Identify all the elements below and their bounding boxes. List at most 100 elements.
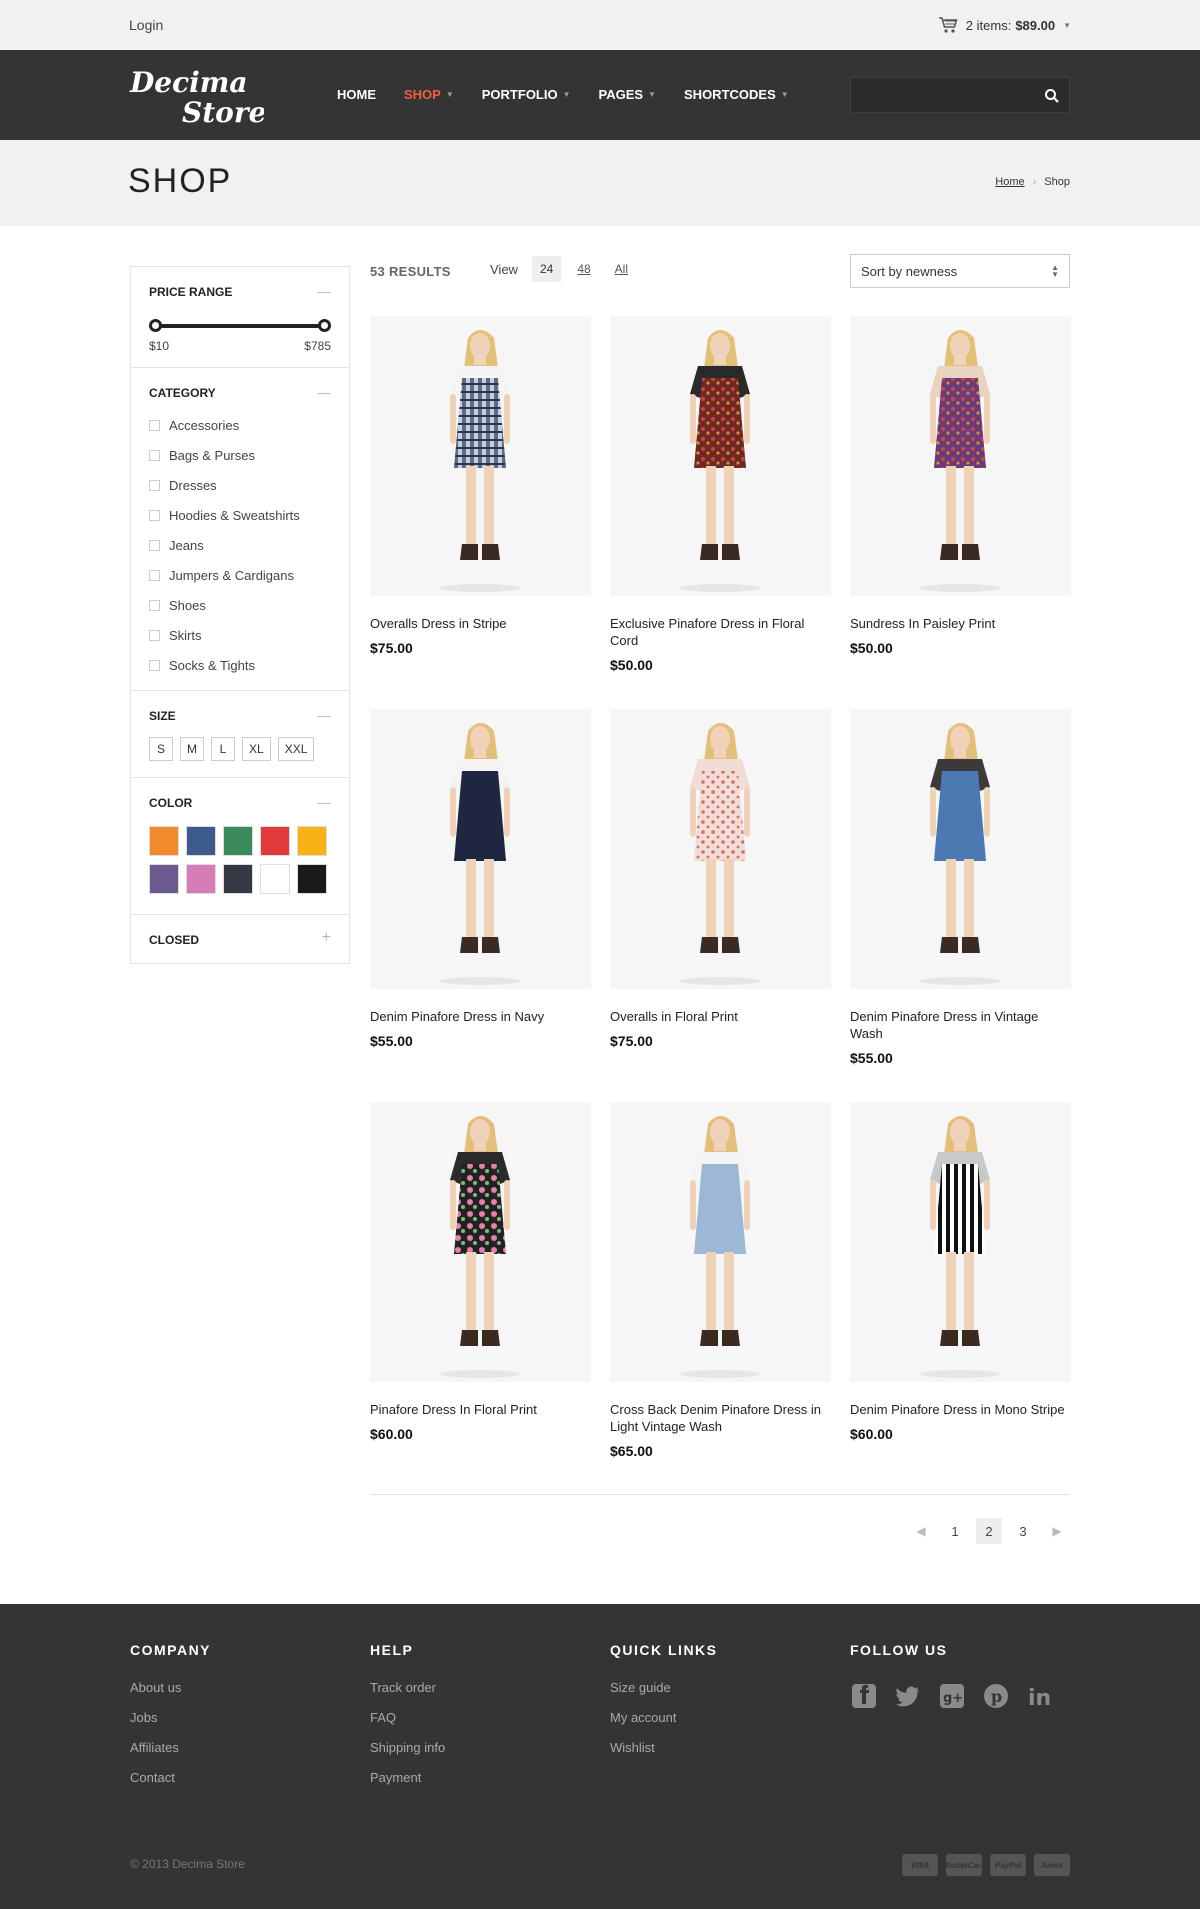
size-option[interactable]: M (180, 737, 204, 761)
product-image[interactable] (370, 1102, 591, 1382)
product-name[interactable]: Pinafore Dress In Floral Print (370, 1401, 591, 1418)
color-swatch[interactable] (149, 826, 179, 856)
nav-item-pages[interactable]: PAGES ▼ (599, 87, 656, 102)
category-checkbox[interactable] (149, 449, 160, 461)
category-item[interactable]: Dresses (149, 470, 331, 500)
footer-link[interactable]: Track order (370, 1680, 445, 1710)
footer-link[interactable]: Jobs (130, 1710, 211, 1740)
product-card[interactable]: Overalls in Floral Print $75.00 (610, 709, 831, 1049)
product-image[interactable] (850, 316, 1071, 596)
product-image[interactable] (610, 316, 831, 596)
product-name[interactable]: Denim Pinafore Dress in Navy (370, 1008, 591, 1025)
collapse-icon[interactable]: — (317, 707, 331, 723)
product-card[interactable]: Sundress In Paisley Print $50.00 (850, 316, 1071, 656)
category-item[interactable]: Bags & Purses (149, 440, 331, 470)
product-card[interactable]: Cross Back Denim Pinafore Dress in Light… (610, 1102, 831, 1459)
nav-item-shortcodes[interactable]: SHORTCODES ▼ (684, 87, 789, 102)
cart-summary[interactable]: 2 items: $89.00 ▼ (938, 16, 1071, 34)
category-checkbox[interactable] (149, 659, 160, 671)
category-checkbox[interactable] (149, 569, 160, 581)
product-image[interactable] (610, 1102, 831, 1382)
product-image[interactable] (850, 1102, 1071, 1382)
nav-item-shop[interactable]: SHOP ▼ (404, 87, 454, 102)
product-name[interactable]: Exclusive Pinafore Dress in Floral Cord (610, 615, 831, 649)
product-name[interactable]: Denim Pinafore Dress in Mono Stripe (850, 1401, 1071, 1418)
facebook-icon[interactable] (850, 1682, 878, 1715)
size-option[interactable]: XXL (277, 737, 315, 761)
login-link[interactable]: Login (129, 17, 163, 33)
size-option[interactable]: S (149, 737, 173, 761)
color-swatch[interactable] (260, 826, 290, 856)
product-image[interactable] (370, 709, 591, 989)
category-checkbox[interactable] (149, 479, 160, 491)
next-page-icon[interactable]: ▶ (1044, 1518, 1070, 1544)
product-card[interactable]: Pinafore Dress In Floral Print $60.00 (370, 1102, 591, 1442)
logo[interactable]: Decima Store (128, 62, 264, 128)
footer-link[interactable]: Affiliates (130, 1740, 211, 1770)
footer-link[interactable]: Wishlist (610, 1740, 718, 1770)
product-image[interactable] (610, 709, 831, 989)
size-option[interactable]: XL (242, 737, 271, 761)
footer-link[interactable]: Payment (370, 1770, 445, 1800)
closed-widget[interactable]: CLOSED + (131, 915, 349, 963)
product-card[interactable]: Denim Pinafore Dress in Vintage Wash $55.… (850, 709, 1071, 1066)
color-swatch[interactable] (223, 826, 253, 856)
size-option[interactable]: L (211, 737, 235, 761)
product-name[interactable]: Sundress In Paisley Print (850, 615, 1071, 632)
category-item[interactable]: Skirts (149, 620, 331, 650)
collapse-icon[interactable]: — (317, 283, 331, 299)
product-name[interactable]: Overalls Dress in Stripe (370, 615, 591, 632)
color-swatch[interactable] (297, 826, 327, 856)
category-checkbox[interactable] (149, 509, 160, 521)
product-card[interactable]: Overalls Dress in Stripe $75.00 (370, 316, 591, 656)
product-card[interactable]: Denim Pinafore Dress in Navy $55.00 (370, 709, 591, 1049)
product-name[interactable]: Denim Pinafore Dress in Vintage Wash (850, 1008, 1071, 1042)
sort-select[interactable]: Sort by newness ▲ ▼ (850, 254, 1070, 288)
footer-link[interactable]: Size guide (610, 1680, 718, 1710)
price-slider-max-handle[interactable] (318, 319, 331, 332)
breadcrumb-home[interactable]: Home (995, 176, 1024, 188)
linkedin-icon[interactable]: in (1026, 1682, 1054, 1715)
category-item[interactable]: Jumpers & Cardigans (149, 560, 331, 590)
search-box[interactable] (850, 77, 1070, 113)
product-image[interactable] (370, 316, 591, 596)
page-link[interactable]: 2 (976, 1518, 1002, 1544)
search-icon[interactable] (1044, 88, 1060, 104)
collapse-icon[interactable]: — (317, 384, 331, 400)
product-card[interactable]: Denim Pinafore Dress in Mono Stripe $60.0… (850, 1102, 1071, 1442)
previous-page-icon[interactable]: ◀ (908, 1518, 934, 1544)
category-item[interactable]: Hoodies & Sweatshirts (149, 500, 331, 530)
product-name[interactable]: Overalls in Floral Print (610, 1008, 831, 1025)
google-plus-icon[interactable]: g+ (938, 1682, 966, 1715)
price-slider[interactable] (149, 317, 331, 333)
product-name[interactable]: Cross Back Denim Pinafore Dress in Light… (610, 1401, 831, 1435)
view-option-24[interactable]: 24 (531, 256, 562, 282)
footer-link[interactable]: Contact (130, 1770, 211, 1800)
category-item[interactable]: Socks & Tights (149, 650, 331, 680)
product-image[interactable] (850, 709, 1071, 989)
footer-link[interactable]: Shipping info (370, 1740, 445, 1770)
footer-link[interactable]: My account (610, 1710, 718, 1740)
expand-icon[interactable]: + (322, 929, 331, 947)
pinterest-icon[interactable]: p (982, 1682, 1010, 1715)
category-item[interactable]: Jeans (149, 530, 331, 560)
color-swatch[interactable] (186, 826, 216, 856)
collapse-icon[interactable]: — (317, 794, 331, 810)
category-item[interactable]: Shoes (149, 590, 331, 620)
nav-item-portfolio[interactable]: PORTFOLIO ▼ (482, 87, 571, 102)
category-checkbox[interactable] (149, 599, 160, 611)
search-input[interactable] (851, 78, 1031, 112)
nav-item-home[interactable]: HOME (337, 87, 376, 102)
view-option-all[interactable]: All (607, 256, 636, 282)
color-swatch[interactable] (149, 864, 179, 894)
category-checkbox[interactable] (149, 419, 160, 431)
color-swatch[interactable] (186, 864, 216, 894)
page-link[interactable]: 1 (942, 1518, 968, 1544)
price-slider-min-handle[interactable] (149, 319, 162, 332)
view-option-48[interactable]: 48 (569, 256, 598, 282)
twitter-icon[interactable] (894, 1682, 922, 1715)
color-swatch[interactable] (223, 864, 253, 894)
category-checkbox[interactable] (149, 629, 160, 641)
product-card[interactable]: Exclusive Pinafore Dress in Floral Cord $… (610, 316, 831, 673)
category-item[interactable]: Accessories (149, 410, 331, 440)
